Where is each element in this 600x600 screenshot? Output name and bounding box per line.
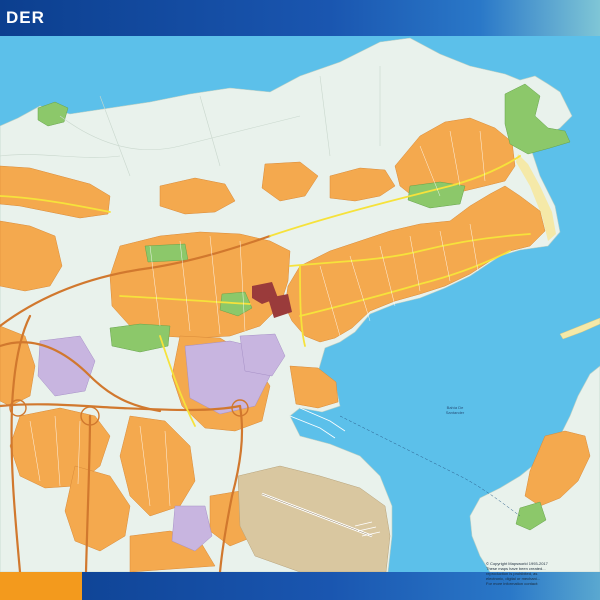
map-poster: DER Bahía De Santander © Copyright Mapsw… — [0, 0, 600, 600]
copyright-notice: © Copyright Mapsworld 1993-2017 These ma… — [486, 561, 596, 586]
street-map: Bahía De Santander — [0, 36, 600, 572]
title-banner: DER — [0, 0, 600, 36]
bay-label-line2: Santander — [446, 410, 465, 415]
map-title: DER — [6, 8, 45, 27]
copyright-line: For more information contact: — [486, 581, 539, 586]
footer-accent-bar — [0, 572, 82, 600]
